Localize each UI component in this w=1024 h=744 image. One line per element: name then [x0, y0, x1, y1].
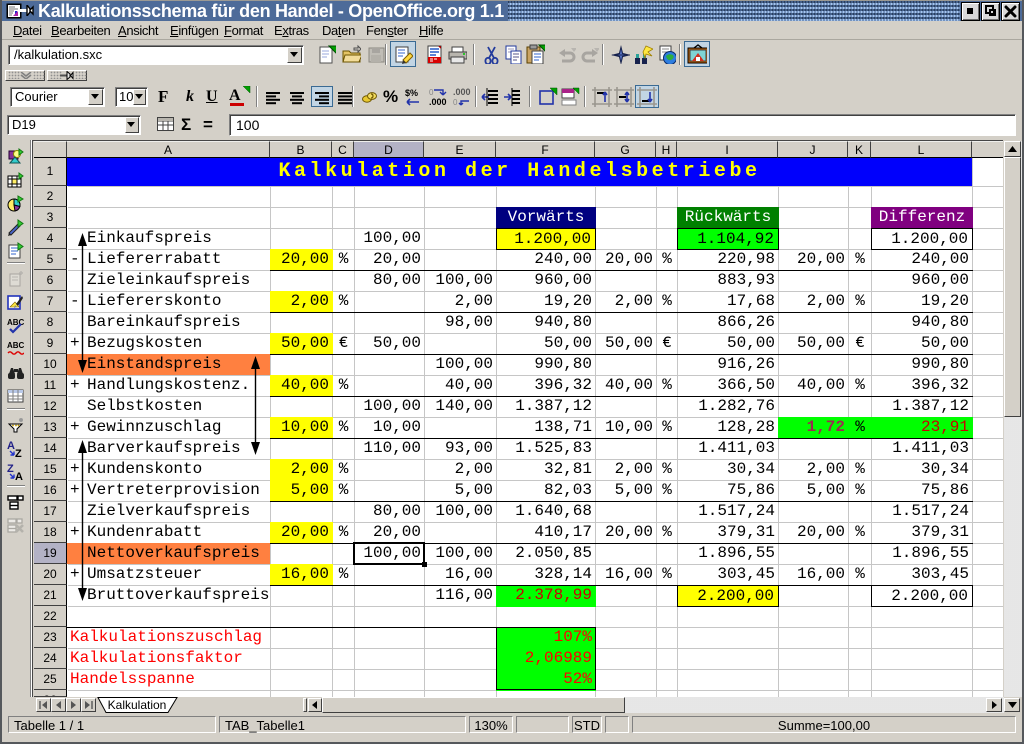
svg-text:0: 0	[453, 98, 458, 107]
svg-text:Z: Z	[7, 463, 14, 475]
svg-text:.000: .000	[429, 97, 447, 107]
svg-text:ABC: ABC	[7, 341, 24, 350]
svg-text:$%: $%	[405, 88, 418, 98]
svg-text:A: A	[7, 440, 15, 452]
svg-text:Kalkulation: Kalkulation	[108, 698, 167, 712]
svg-text:.000: .000	[453, 87, 471, 97]
svg-text:A: A	[15, 471, 23, 480]
svg-text:ABC: ABC	[7, 318, 24, 327]
svg-text:Z: Z	[15, 448, 22, 457]
svg-text:0: 0	[429, 88, 434, 97]
